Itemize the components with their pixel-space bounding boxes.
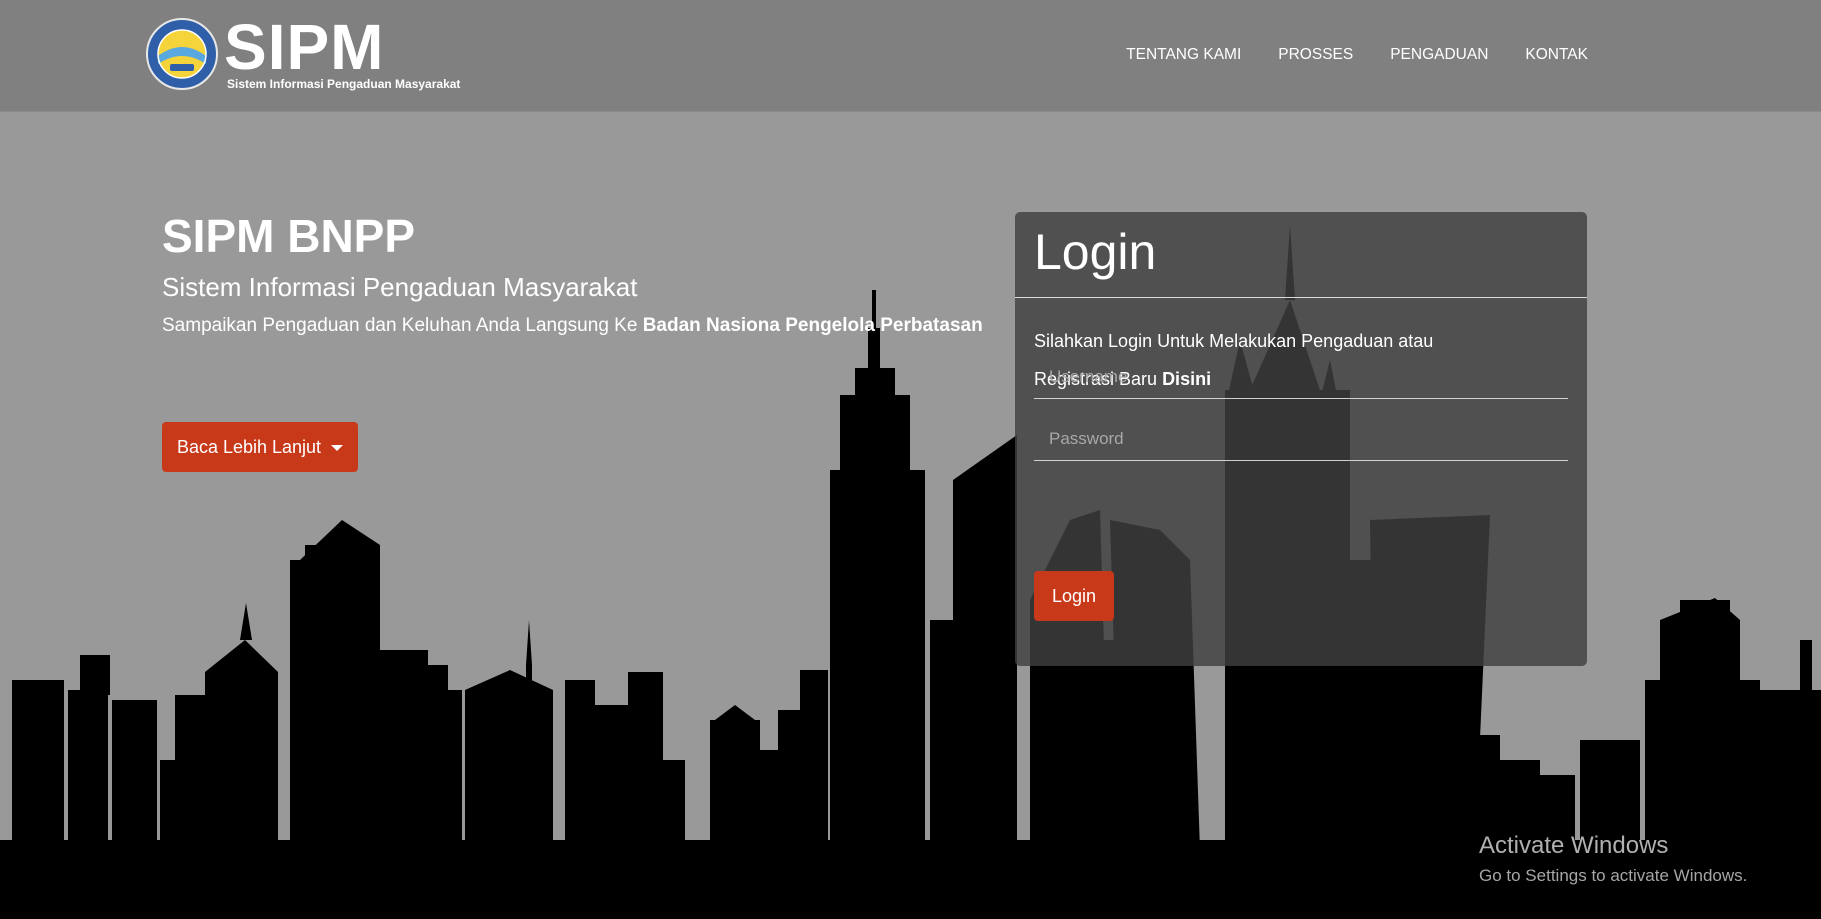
hero-description: Sampaikan Pengaduan dan Keluhan Anda Lan… [162, 315, 983, 337]
hero-title: SIPM BNPP [162, 210, 416, 262]
brand-tagline: Sistem Informasi Pengaduan Masyarakat [227, 77, 461, 91]
watermark-title: Activate Windows [1479, 832, 1669, 859]
caret-down-icon [331, 445, 344, 451]
top-navbar: SIPM Sistem Informasi Pengaduan Masyarak… [0, 0, 1821, 112]
login-title: Login [1034, 224, 1157, 280]
nav-link-tentang-kami[interactable]: TENTANG KAMI [1126, 46, 1241, 64]
hero-section: SIPM BNPP Sistem Informasi Pengaduan Mas… [162, 208, 983, 337]
login-header: Login [1015, 212, 1587, 298]
brand-name: SIPM [224, 11, 385, 83]
login-button[interactable]: Login [1034, 571, 1114, 621]
hero-description-text: Sampaikan Pengaduan dan Keluhan Anda Lan… [162, 315, 638, 336]
nav-link-pengaduan[interactable]: PENGADUAN [1390, 46, 1488, 64]
nav-link-kontak[interactable]: KONTAK [1525, 46, 1588, 64]
username-input[interactable] [1034, 355, 1568, 399]
main-nav: TENTANG KAMI PROSSES PENGADUAN KONTAK [1126, 46, 1588, 64]
login-panel: Login Silahkan Login Untuk Melakukan Pen… [1015, 212, 1587, 666]
watermark-subtitle: Go to Settings to activate Windows. [1479, 866, 1748, 885]
password-input[interactable] [1034, 417, 1568, 461]
bnpp-emblem-icon [146, 18, 218, 90]
nav-link-prosses[interactable]: PROSSES [1278, 46, 1353, 64]
hero-subtitle: Sistem Informasi Pengaduan Masyarakat [162, 272, 638, 302]
read-more-button[interactable]: Baca Lebih Lanjut [162, 422, 358, 472]
windows-activation-watermark: Activate Windows Go to Settings to activ… [1479, 832, 1747, 886]
read-more-label: Baca Lebih Lanjut [176, 436, 322, 457]
hero-description-agency: Badan Nasiona Pengelola Perbatasan [642, 315, 983, 336]
